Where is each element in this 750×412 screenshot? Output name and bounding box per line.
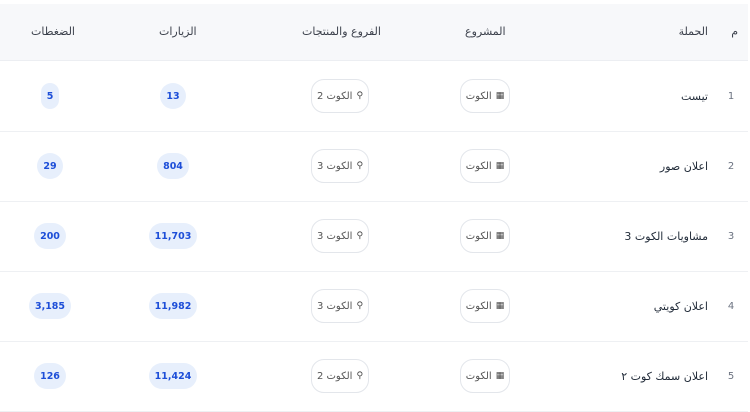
branch-chip[interactable]: ⚲ الكوت 3 [311,219,369,253]
campaign-name: اعلان سمك كوت ٢ [621,369,708,383]
header-branches: الفروع والمنتجات [302,25,381,38]
pin-icon: ⚲ [356,371,364,381]
visits-badge: 11,982 [148,293,198,319]
building-icon: ▦ [495,301,505,311]
campaign-name: تيست [681,89,708,103]
clicks-badge: 200 [34,223,66,249]
visits-badge: 13 [160,83,186,109]
header-campaign: الحملة [678,25,708,38]
table-row: 4 اعلان كويتي ▦ الكوت ⚲ الكوت 3 11,982 3,1… [0,271,748,342]
header-visits: الزيارات [159,25,197,38]
table-row: 5 اعلان سمك كوت ٢ ▦ الكوت ⚲ الكوت 2 11,424… [0,341,748,412]
clicks-badge: 3,185 [28,293,72,319]
campaigns-table: م الحملة المشروع الفروع والمنتجات الزيار… [0,0,750,412]
branch-chip[interactable]: ⚲ الكوت 3 [311,289,369,323]
project-chip[interactable]: ▦ الكوت [460,219,510,253]
building-icon: ▦ [495,231,505,241]
row-number: 4 [727,300,735,312]
project-chip[interactable]: ▦ الكوت [460,289,510,323]
visits-badge: 11,703 [148,223,198,249]
branch-chip[interactable]: ⚲ الكوت 2 [311,79,369,113]
header-project: المشروع [465,25,506,38]
pin-icon: ⚲ [356,231,364,241]
building-icon: ▦ [495,91,505,101]
visits-badge: 11,424 [148,363,198,389]
clicks-badge: 5 [40,83,60,109]
clicks-badge: 29 [37,153,63,179]
table-row: 1 تيست ▦ الكوت ⚲ الكوت 2 13 5 [0,61,748,132]
header-num: م [731,25,738,38]
campaign-name: اعلان كويتي [653,299,708,313]
row-number: 1 [727,90,735,102]
branch-chip[interactable]: ⚲ الكوت 2 [311,359,369,393]
campaign-name: اعلان صور [659,159,708,173]
table-row: 3 مشاويات الكوت 3 ▦ الكوت ⚲ الكوت 3 11,703… [0,201,748,272]
pin-icon: ⚲ [356,301,364,311]
pin-icon: ⚲ [356,91,364,101]
row-number: 5 [727,370,735,382]
project-chip[interactable]: ▦ الكوت [460,149,510,183]
campaign-name: مشاويات الكوت 3 [624,229,708,243]
building-icon: ▦ [495,161,505,171]
clicks-badge: 126 [34,363,66,389]
building-icon: ▦ [495,371,505,381]
row-number: 2 [727,160,735,172]
branch-chip[interactable]: ⚲ الكوت 3 [311,149,369,183]
project-chip[interactable]: ▦ الكوت [460,359,510,393]
pin-icon: ⚲ [356,161,364,171]
project-chip[interactable]: ▦ الكوت [460,79,510,113]
table-row: 2 اعلان صور ▦ الكوت ⚲ الكوت 3 804 29 [0,131,748,202]
visits-badge: 804 [157,153,189,179]
header-clicks: الضغطات [31,25,75,38]
row-number: 3 [727,230,735,242]
table-header: م الحملة المشروع الفروع والمنتجات الزيار… [0,4,748,61]
